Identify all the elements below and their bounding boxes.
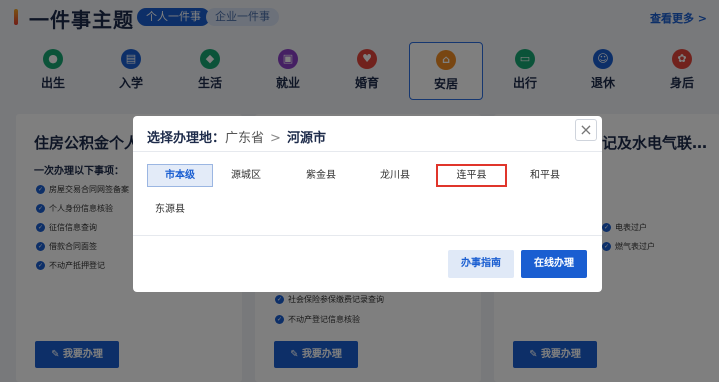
province-crumb[interactable]: 广东省 bbox=[225, 131, 264, 146]
dialog-title: 选择办理地：广东省 > 河源市 bbox=[147, 127, 326, 146]
breadcrumb-separator: > bbox=[270, 131, 281, 146]
region-option[interactable]: 龙川县 bbox=[362, 164, 428, 187]
region-option[interactable]: 东源县 bbox=[137, 198, 203, 221]
dialog-title-label: 选择办理地： bbox=[147, 131, 226, 146]
city-crumb[interactable]: 河源市 bbox=[287, 131, 326, 146]
location-dialog: 选择办理地：广东省 > 河源市 × 市本级 源城区 紫金县 龙川县 连平县 和平县 … bbox=[133, 116, 602, 292]
divider bbox=[133, 151, 602, 152]
region-option-highlighted[interactable]: 连平县 bbox=[436, 164, 507, 187]
region-option[interactable]: 源城区 bbox=[213, 164, 279, 187]
region-option[interactable]: 和平县 bbox=[512, 164, 578, 187]
guide-button[interactable]: 办事指南 bbox=[448, 250, 514, 278]
close-icon[interactable]: × bbox=[575, 119, 597, 141]
online-apply-button[interactable]: 在线办理 bbox=[521, 250, 587, 278]
divider bbox=[133, 235, 602, 236]
region-option[interactable]: 紫金县 bbox=[288, 164, 354, 187]
region-option[interactable]: 市本级 bbox=[147, 164, 213, 187]
